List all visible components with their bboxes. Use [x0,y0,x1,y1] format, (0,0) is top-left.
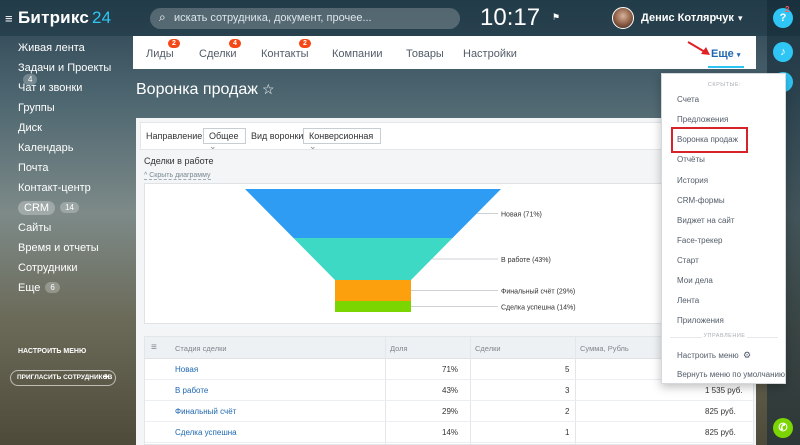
invite-button[interactable]: ПРИГЛАСИТЬ СОТРУДНИКОВ + [10,370,116,386]
menu-item-proposals[interactable]: Предложения [677,115,728,124]
chart-header: Сделки в работе [144,156,214,166]
configure-menu-link[interactable]: НАСТРОИТЬ МЕНЮ [18,348,86,355]
menu-item-history[interactable]: История [677,176,708,185]
highlight-frame [671,127,748,153]
menu-item-feed[interactable]: Лента [677,296,699,305]
share-cell: 14% [442,428,459,437]
col-deals[interactable]: Сделки [475,344,501,353]
funnel-segment-new [245,189,501,238]
stage-link[interactable]: В работе [175,386,208,395]
menu-item-reset[interactable]: Вернуть меню по умолчанию [677,370,785,379]
sidebar-item-groups[interactable]: Группы [18,102,55,114]
menu-item-crm-forms[interactable]: CRM-формы [677,196,725,205]
pointer-arrow-icon [687,41,710,55]
tab-leads[interactable]: Лиды 2 [146,39,180,60]
tab-settings[interactable]: Настройки [463,48,517,60]
table-row: Сделка успешна 14% 1 825 руб. [145,422,755,443]
share-cell: 71% [442,365,459,374]
deals-cell: 5 [565,365,570,374]
tab-products[interactable]: Товары [406,48,444,60]
menu-item-my-tasks[interactable]: Мои дела [677,276,713,285]
avatar[interactable] [612,7,634,29]
more-dropdown-menu: СКРЫТЫЕ: Счета Предложения Воронка прода… [661,73,786,384]
gear-icon[interactable]: ⚙ [743,350,751,361]
stage-link[interactable]: Новая [175,365,198,374]
sum-cell: 1 535 руб. [705,386,743,395]
direction-select[interactable]: Общее ⌄ [203,128,246,151]
direction-label: Направление: [146,131,205,141]
sidebar: Живая лента Задачи и Проекты4 Чат и звон… [0,36,130,445]
deals-cell: 2 [565,407,570,416]
sidebar-item-crm[interactable]: CRM 14 [18,201,79,215]
sidebar-item-contact-center[interactable]: Контакт-центр [18,182,91,194]
menu-item-reports[interactable]: Отчёты [677,155,705,164]
plus-icon: + [103,372,109,383]
sidebar-item-calendar[interactable]: Календарь [18,142,74,154]
col-share[interactable]: Доля [390,344,408,353]
funnel-label-new: Новая (71%) [501,212,542,219]
phone-icon[interactable]: ✆ [773,418,793,438]
sidebar-item-time[interactable]: Время и отчеты [18,242,99,254]
deals-cell: 1 [565,428,570,437]
sum-cell: 825 руб. [705,428,736,437]
top-bar: ≡ Битрикс 24 ⌕ искать сотрудника, докумен… [0,0,800,36]
more-tab[interactable]: Еще ▾ [711,48,740,60]
menu-item-site-widget[interactable]: Виджет на сайт [677,216,735,225]
stage-link[interactable]: Сделка успешна [175,428,237,437]
share-cell: 43% [442,386,459,395]
funnel-segment-in-progress [293,238,453,280]
funnel-segment-won [335,301,411,312]
crm-tab-bar: Лиды 2 Сделки 4 Контакты 2 Компании Товары … [133,36,756,69]
star-icon[interactable]: ☆ [262,81,275,97]
search-icon: ⌕ [159,10,166,24]
flag-icon[interactable]: ⚑ [552,12,560,23]
more-tab-underline [708,66,744,68]
search-input[interactable]: ⌕ искать сотрудника, документ, прочее... [150,8,460,29]
share-cell: 29% [442,407,459,416]
page-title: Воронка продаж ☆ [136,81,275,98]
stage-link[interactable]: Финальный счёт [175,407,236,416]
tab-contacts[interactable]: Контакты 2 [261,39,311,60]
sidebar-item-disk[interactable]: Диск [18,122,42,134]
hide-chart-link[interactable]: ^ Скрыть диаграмму [144,172,211,180]
col-sum[interactable]: Сумма, Рубль [580,344,629,353]
tab-deals[interactable]: Сделки 4 [199,39,241,60]
funnel-segment-final-invoice [335,280,411,301]
table-menu-icon[interactable]: ≡ [151,342,157,353]
bell-icon[interactable]: ♪ [773,42,793,62]
sidebar-item-employees[interactable]: Сотрудники [18,262,78,274]
menu-item-start[interactable]: Старт [677,256,699,265]
hamburger-icon[interactable]: ≡ [5,11,13,26]
clock[interactable]: 10:17 [480,4,540,32]
deals-cell: 3 [565,386,570,395]
col-stage[interactable]: Стадия сделки [175,344,227,353]
sidebar-item-feed[interactable]: Живая лента [18,42,85,54]
funnel-type-label: Вид воронки: [251,131,306,141]
user-name[interactable]: Денис Котлярчук ▾ [641,12,742,24]
funnel-label-final-invoice: Финальный счёт (29%) [501,288,575,296]
menu-item-apps[interactable]: Приложения [677,316,724,325]
table-row: Финальный счёт 29% 2 825 руб. [145,401,755,422]
help-icon[interactable]: ? [773,8,793,28]
sidebar-item-sites[interactable]: Сайты [18,222,51,234]
search-placeholder: искать сотрудника, документ, прочее... [174,12,372,24]
sum-cell: 825 руб. [705,407,736,416]
sidebar-item-mail[interactable]: Почта [18,162,49,174]
menu-item-invoices[interactable]: Счета [677,95,699,104]
menu-item-face-tracker[interactable]: Face-трекер [677,236,723,245]
hidden-section-label: СКРЫТЫЕ: [707,82,742,88]
tab-companies[interactable]: Компании [332,48,383,60]
funnel-label-won: Сделка успешна (14%) [501,305,576,312]
funnel-label-in-progress: В работе (43%) [501,256,551,264]
help-badge: 2 [785,5,790,14]
sidebar-item-chat[interactable]: Чат и звонки [18,82,82,94]
funnel-type-select[interactable]: Конверсионная ⌄ [303,128,381,151]
sidebar-item-more[interactable]: Еще 6 [18,282,60,294]
logo[interactable]: Битрикс 24 [18,8,111,28]
menu-item-configure[interactable]: Настроить меню [677,351,739,360]
manage-section-label: УПРАВЛЕНИЕ [702,333,747,339]
